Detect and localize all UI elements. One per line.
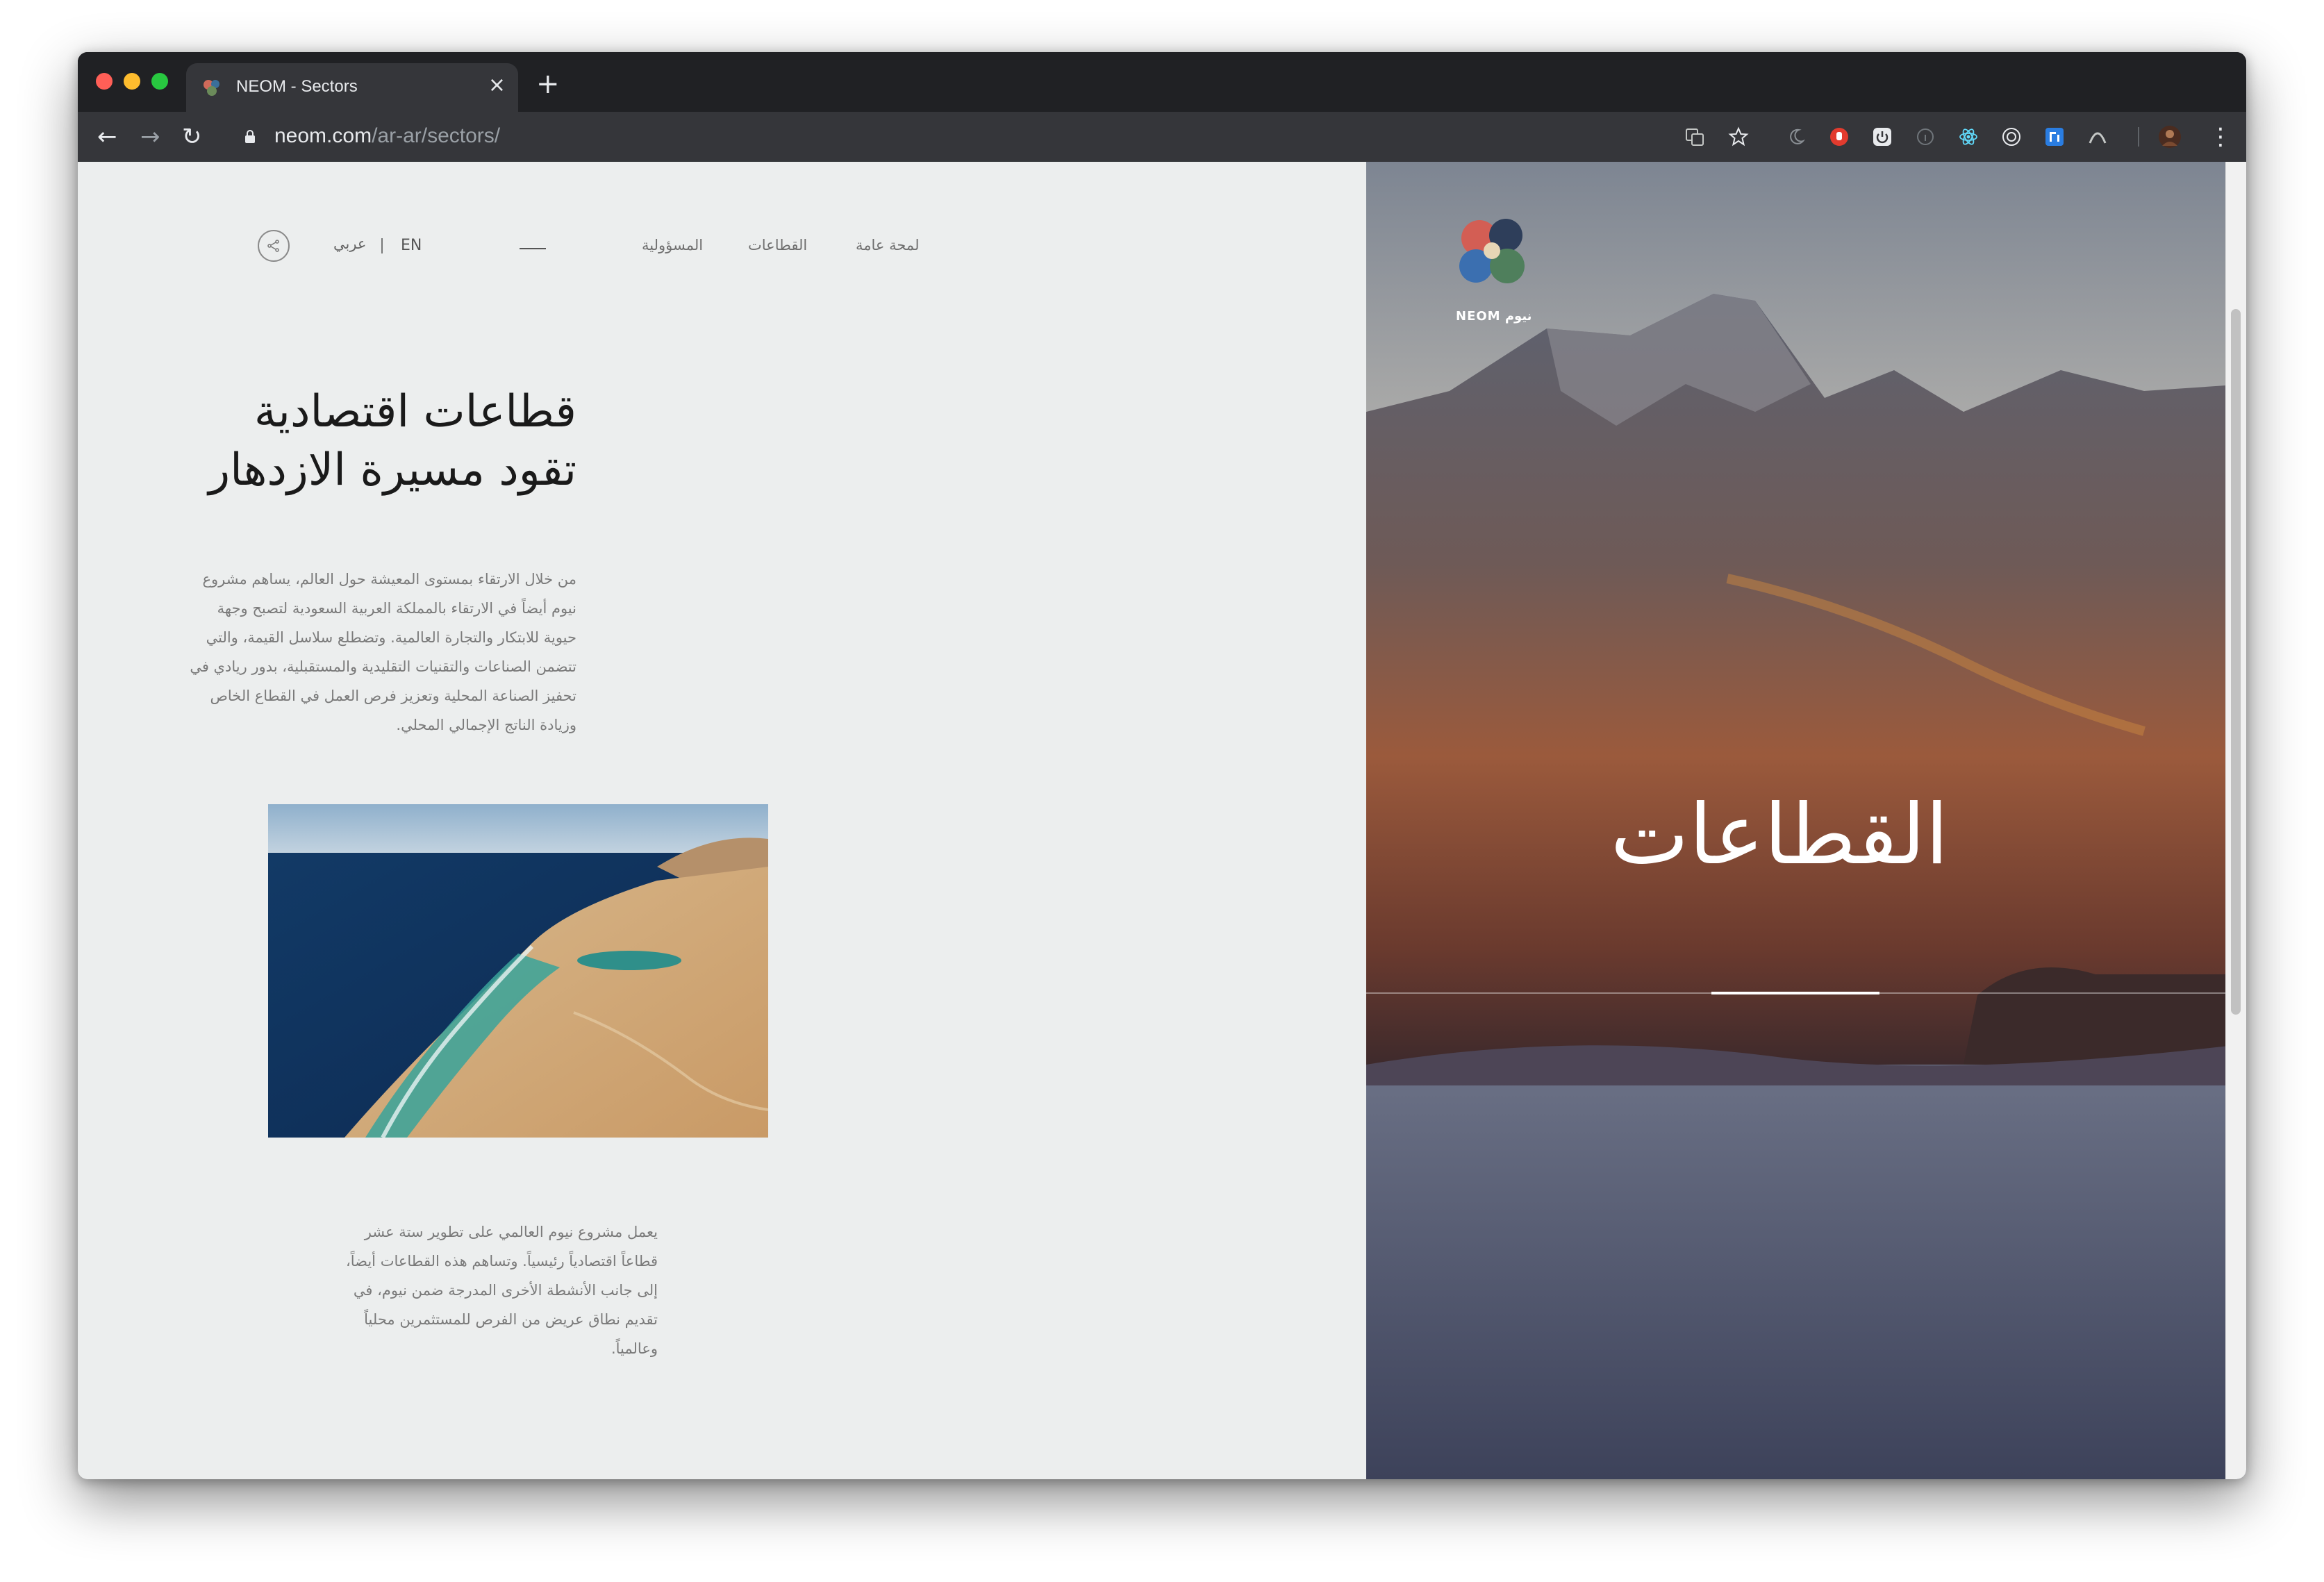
tab-neom-sectors[interactable]: NEOM - Sectors × <box>186 63 518 112</box>
nav-item-responsibility[interactable]: المسؤولية <box>642 237 703 253</box>
extension-shield-icon[interactable] <box>1827 124 1852 149</box>
language-en-link[interactable]: EN <box>401 237 422 254</box>
neom-logo-icon[interactable] <box>1452 210 1535 301</box>
nav-divider <box>520 248 546 249</box>
new-tab-button[interactable]: + <box>536 70 560 98</box>
neom-logo-text: نيوم NEOM <box>1456 309 1532 324</box>
headline-line-2: تقود مسيرة الازدهار <box>208 444 576 496</box>
nav-item-overview[interactable]: لمحة عامة <box>856 237 919 253</box>
url-path: /ar-ar/sectors/ <box>372 124 501 147</box>
hero-progress-indicator[interactable] <box>1711 992 1879 994</box>
close-window-button[interactable] <box>96 73 113 90</box>
close-tab-icon[interactable]: × <box>488 73 506 98</box>
extension-info-icon[interactable] <box>1913 124 1938 149</box>
intro-paragraph: من خلال الارتقاء بمستوى المعيشة حول العا… <box>190 571 576 733</box>
minimize-window-button[interactable] <box>124 73 140 90</box>
coastline-aerial-photo <box>268 804 768 1138</box>
page-headline: قطاعات اقتصادية تقود مسيرة الازدهار <box>90 383 576 499</box>
headline-line-1: قطاعات اقتصادية <box>254 386 576 438</box>
content-pane: لمحة عامة القطاعات المسؤولية EN عربي قطا… <box>78 162 1366 1479</box>
lock-icon[interactable] <box>244 130 256 144</box>
back-button[interactable]: ← <box>97 123 117 151</box>
sectors-paragraph: يعمل مشروع نيوم العالمي على تطوير ستة عش… <box>345 1224 658 1357</box>
extension-target-icon[interactable] <box>1999 124 2024 149</box>
extension-arc-icon[interactable] <box>2085 124 2110 149</box>
tab-bar: NEOM - Sectors × + <box>78 52 2246 112</box>
browser-window: NEOM - Sectors × + ← → ↻ neom.com/ar-ar/… <box>78 52 2246 1479</box>
nav-item-sectors[interactable]: القطاعات <box>748 237 807 253</box>
maximize-window-button[interactable] <box>151 73 168 90</box>
neom-favicon-icon <box>204 80 219 96</box>
forward-button[interactable]: → <box>140 123 160 151</box>
hero-title: القطاعات <box>1610 787 1949 883</box>
reload-button[interactable]: ↻ <box>182 123 202 151</box>
share-icon <box>267 240 279 252</box>
tab-title: NEOM - Sectors <box>236 77 358 96</box>
extension-moon-icon[interactable] <box>1784 124 1809 149</box>
extension-figma-icon[interactable] <box>2042 124 2067 149</box>
language-separator <box>381 238 383 253</box>
scrollbar-thumb[interactable] <box>2231 309 2241 1015</box>
bookmark-star-icon[interactable] <box>1726 124 1751 149</box>
share-button[interactable] <box>258 230 290 262</box>
web-viewport: لمحة عامة القطاعات المسؤولية EN عربي قطا… <box>78 162 2246 1479</box>
address-bar[interactable]: neom.com/ar-ar/sectors/ <box>274 124 500 148</box>
translate-icon[interactable] <box>1682 124 1707 149</box>
browser-toolbar: ← → ↻ neom.com/ar-ar/sectors/ ⋮ <box>78 112 2246 162</box>
language-ar-link[interactable]: عربي <box>333 235 366 252</box>
react-devtools-icon[interactable] <box>1956 124 1981 149</box>
extension-power-icon[interactable] <box>1870 124 1895 149</box>
browser-menu-icon[interactable]: ⋮ <box>2209 123 2232 151</box>
url-host: neom.com <box>274 124 372 147</box>
profile-avatar[interactable] <box>2157 124 2182 149</box>
toolbar-separator <box>2138 127 2139 147</box>
